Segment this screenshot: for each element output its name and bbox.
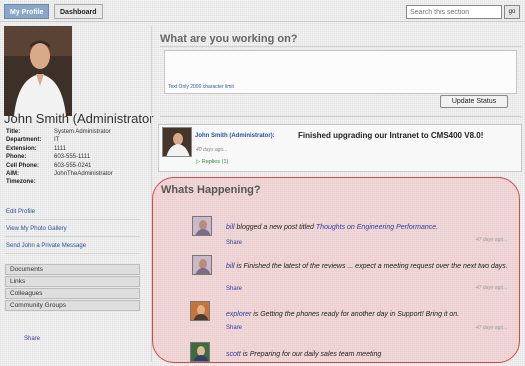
feed-message: is Preparing for our daily sales team me… xyxy=(240,351,382,358)
feed-message: is Getting the phones ready for another … xyxy=(251,311,460,318)
field-label: Cell Phone: xyxy=(6,162,40,169)
field-label: Extension: xyxy=(6,145,37,152)
field-value: IT xyxy=(54,137,60,144)
reply-arrow-icon: ▷ xyxy=(196,159,201,165)
replies-link[interactable]: ▷ Replies (1) xyxy=(196,159,228,165)
field-label: AIM: xyxy=(6,171,19,178)
replies-label: Replies (1) xyxy=(201,159,229,165)
field-value: JohnTheAdministrator xyxy=(54,171,113,178)
feed-share-link[interactable]: Share xyxy=(226,240,242,246)
feed-post-link[interactable]: Thoughts on Engineering Performance. xyxy=(316,224,438,231)
divider xyxy=(160,46,522,47)
search-go-button[interactable]: go xyxy=(504,5,520,19)
search-input[interactable] xyxy=(406,5,502,19)
divider xyxy=(160,116,522,117)
profile-row-extension: Extension: 1111 xyxy=(6,145,113,153)
profile-row-department: Department: IT xyxy=(6,136,113,144)
feed-avatar-explorer xyxy=(190,301,210,321)
profile-details: Title: System Administrator Department: IT… xyxy=(6,128,113,187)
divider xyxy=(5,219,140,220)
share-link[interactable]: Share xyxy=(24,336,40,342)
sidenav-community-groups[interactable]: Community Groups xyxy=(5,300,140,311)
feed-user-link[interactable]: bill xyxy=(226,224,235,231)
divider xyxy=(5,253,140,254)
tab-my-profile[interactable]: My Profile xyxy=(4,4,50,19)
field-value: 603-555-0241 xyxy=(54,162,92,169)
feed-timestamp: 47 days ago... xyxy=(476,285,508,291)
sidenav-links[interactable]: Links xyxy=(5,276,140,287)
feed-share-link[interactable]: Share xyxy=(226,325,242,331)
photo-gallery-link[interactable]: View My Photo Gallery xyxy=(6,226,67,232)
feed-avatar-bill xyxy=(192,255,212,275)
field-value: 1111 xyxy=(54,145,67,152)
profile-row-aim: AIM: JohnTheAdministrator xyxy=(6,170,113,178)
feed-user-link[interactable]: explorer xyxy=(226,311,251,318)
field-value: 603-555-1111 xyxy=(54,154,91,161)
field-label: Phone: xyxy=(6,154,27,161)
field-value: System Administrator xyxy=(54,129,111,135)
profile-row-timezone: Timezone: xyxy=(6,178,113,186)
character-limit-note: Text Only 2000 character limit xyxy=(168,84,234,90)
update-status-button[interactable]: Update Status xyxy=(440,95,508,108)
happening-heading: Whats Happening? xyxy=(161,184,261,196)
sidenav-documents[interactable]: Documents xyxy=(5,264,140,275)
feed-item-text: bill blogged a new post titled Thoughts … xyxy=(226,223,516,233)
feed-message: is Finished the latest of the reviews ..… xyxy=(234,263,508,270)
feed-timestamp: 47 days ago... xyxy=(476,237,508,243)
feed-user-link[interactable]: scott xyxy=(226,351,241,358)
profile-row-phone: Phone: 603-555-1111 xyxy=(6,153,113,161)
field-label: Timezone: xyxy=(6,179,36,186)
feed-message: blogged a new post titled xyxy=(234,224,316,231)
tab-dashboard[interactable]: Dashboard xyxy=(54,4,103,19)
feed-avatar-bill xyxy=(192,216,212,236)
profile-photo xyxy=(4,26,72,116)
field-label: Title: xyxy=(6,129,21,135)
profile-row-title: Title: System Administrator xyxy=(6,128,113,136)
working-heading: What are you working on? xyxy=(160,33,298,45)
feed-item-text: explorer is Getting the phones ready for… xyxy=(226,310,516,320)
status-timestamp: 40 days ago... xyxy=(196,147,228,153)
status-user-link[interactable]: John Smith (Administrator): xyxy=(195,133,275,139)
profile-name: John Smith (Administrator xyxy=(4,111,154,126)
feed-avatar-scott xyxy=(190,342,210,362)
feed-share-link[interactable]: Share xyxy=(226,286,242,292)
sidenav-colleagues[interactable]: Colleagues xyxy=(5,288,140,299)
private-message-link[interactable]: Send John a Private Message xyxy=(6,243,86,249)
feed-item-text: scott is Preparing for our daily sales t… xyxy=(226,350,516,360)
divider xyxy=(5,236,140,237)
status-avatar xyxy=(162,127,192,157)
feed-item-text: bill is Finished the latest of the revie… xyxy=(226,262,516,272)
status-text: Finished upgrading our Intranet to CMS40… xyxy=(298,131,484,140)
profile-row-cell: Cell Phone: 603-555-0241 xyxy=(6,162,113,170)
edit-profile-link[interactable]: Edit Profile xyxy=(6,209,35,215)
feed-timestamp: 47 days ago... xyxy=(476,325,508,331)
field-label: Department: xyxy=(6,137,42,144)
feed-user-link[interactable]: bill xyxy=(226,263,235,270)
